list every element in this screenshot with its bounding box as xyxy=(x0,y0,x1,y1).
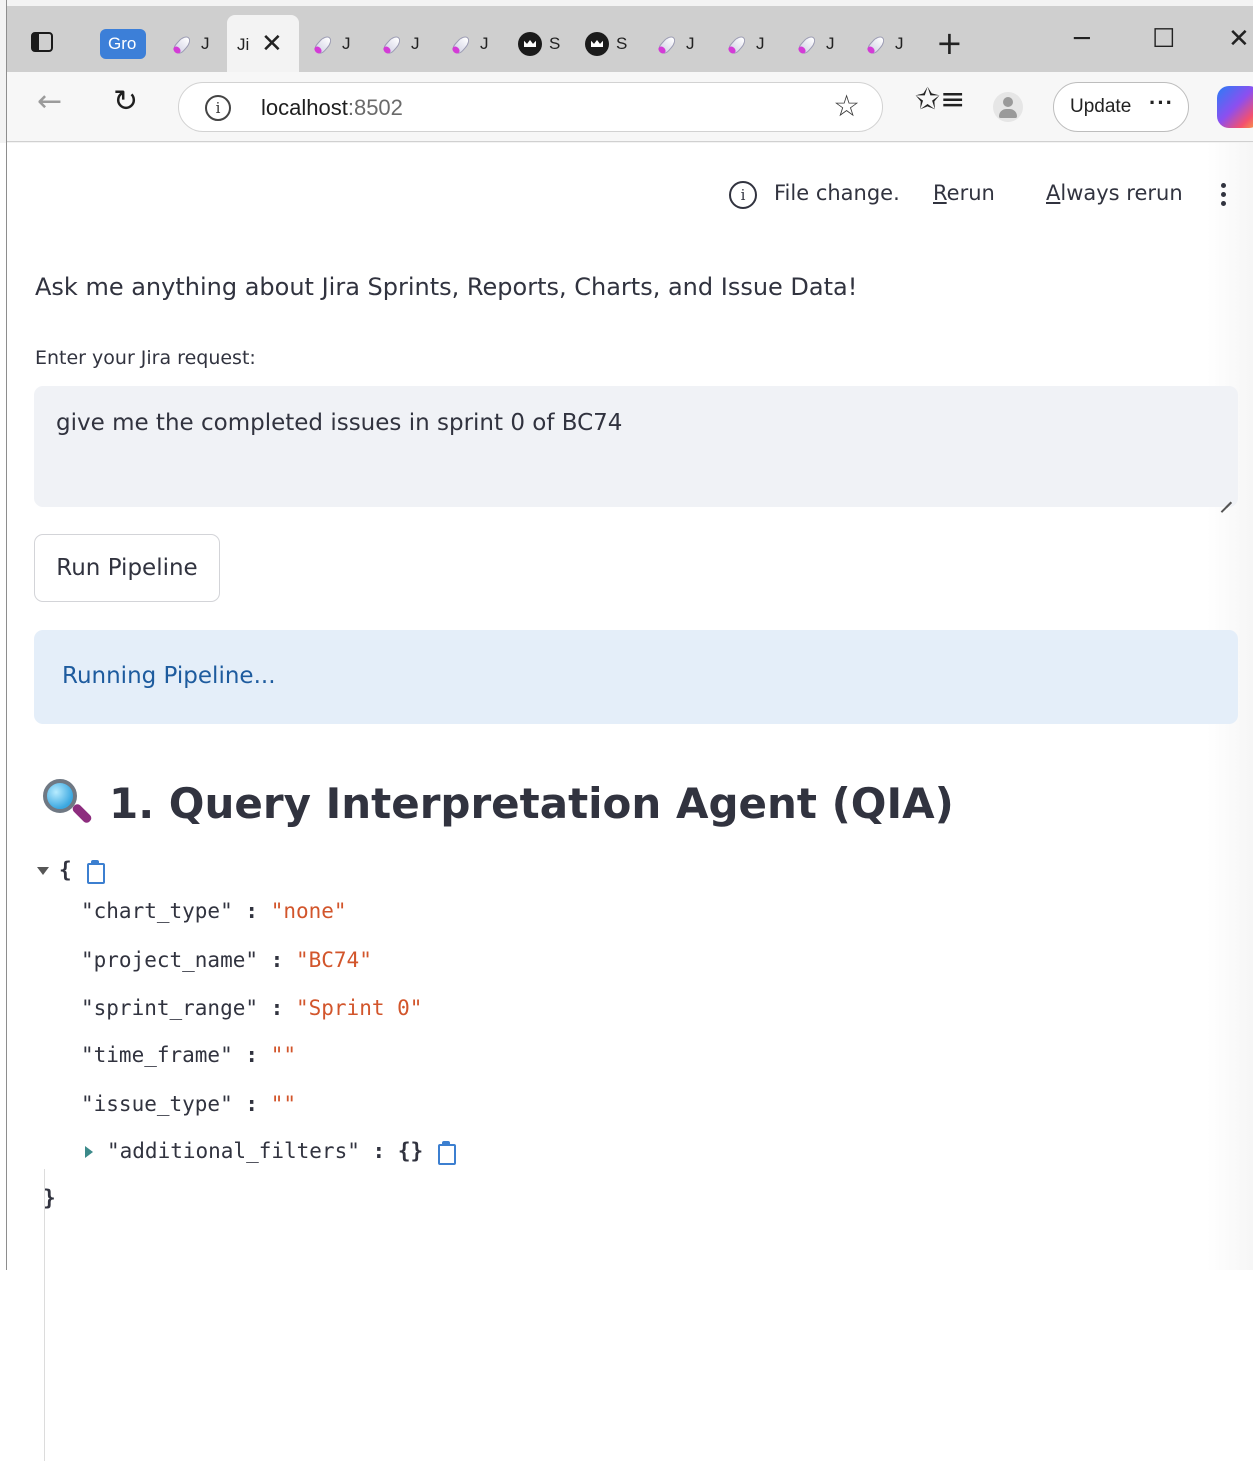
new-tab-button[interactable]: + xyxy=(936,24,963,62)
update-button[interactable]: Update ··· xyxy=(1053,82,1189,132)
tab-actions-icon[interactable] xyxy=(22,24,62,64)
site-info-icon[interactable]: i xyxy=(205,95,231,121)
section-heading: 1. Query Interpretation Agent (QIA) xyxy=(41,773,954,833)
tab-jira-1[interactable]: J xyxy=(172,28,210,60)
tab-crown-1[interactable]: S xyxy=(518,28,560,60)
streamlit-app: i File change. Rerun Always rerun Ask me… xyxy=(7,143,1253,1461)
close-tab-icon[interactable]: ✕ xyxy=(261,29,283,59)
reload-icon[interactable]: ↻ xyxy=(113,84,138,119)
browser-toolbar: ← ↻ i localhost:8502 ☆ ✩≡ Update ··· xyxy=(7,72,1253,142)
main-menu-icon[interactable] xyxy=(1221,183,1227,209)
request-text[interactable]: give me the completed issues in sprint 0… xyxy=(56,410,622,436)
always-rerun-button[interactable]: Always rerun xyxy=(1046,181,1183,205)
expand-caret-icon[interactable] xyxy=(85,1146,93,1158)
collapse-caret-icon[interactable] xyxy=(37,867,49,875)
rocket-icon xyxy=(727,33,749,55)
browser-chrome: Gro J Ji ✕ J J J S S J J J J + ─ ☐ ✕ ← ↻… xyxy=(0,0,1253,143)
json-field-row: "project_name" : "BC74" xyxy=(81,948,372,972)
bookmark-star-icon[interactable]: ☆ xyxy=(833,89,860,124)
tab-jira-5[interactable]: J xyxy=(657,28,695,60)
intro-text: Ask me anything about Jira Sprints, Repo… xyxy=(35,273,858,301)
copy-clipboard-icon[interactable] xyxy=(437,1141,457,1165)
tab-jira-7[interactable]: J xyxy=(797,28,835,60)
json-field-row: "chart_type" : "none" xyxy=(81,899,347,923)
favorites-icon[interactable]: ✩≡ xyxy=(915,82,965,117)
tab-jira-8[interactable]: J xyxy=(866,28,904,60)
run-pipeline-button[interactable]: Run Pipeline xyxy=(34,534,220,602)
rocket-icon xyxy=(172,33,194,55)
maximize-button[interactable]: ☐ xyxy=(1152,24,1175,54)
tab-group-gro[interactable]: Gro xyxy=(100,29,146,59)
crown-icon xyxy=(518,32,542,56)
tab-active-jira[interactable]: Ji ✕ xyxy=(227,15,299,73)
resize-handle-icon[interactable] xyxy=(1220,491,1232,503)
tab-jira-6[interactable]: J xyxy=(727,28,765,60)
close-window-button[interactable]: ✕ xyxy=(1228,24,1250,54)
address-text[interactable]: localhost:8502 xyxy=(261,95,403,121)
json-collapsed-row[interactable]: "additional_filters" : {} xyxy=(85,1136,457,1166)
status-bar: i File change. Rerun Always rerun xyxy=(7,181,1253,211)
magnifying-glass-icon xyxy=(41,777,93,829)
tab-jira-2[interactable]: J xyxy=(313,28,351,60)
rocket-icon xyxy=(451,33,473,55)
json-root-row: { xyxy=(37,855,105,885)
minimize-button[interactable]: ─ xyxy=(1074,24,1090,54)
more-icon[interactable]: ··· xyxy=(1149,79,1174,127)
json-field-row: "sprint_range" : "Sprint 0" xyxy=(81,996,423,1020)
copy-clipboard-icon[interactable] xyxy=(86,860,105,884)
rocket-icon xyxy=(382,33,404,55)
tab-jira-4[interactable]: J xyxy=(451,28,489,60)
copilot-icon[interactable] xyxy=(1217,86,1253,128)
tab-crown-2[interactable]: S xyxy=(585,28,627,60)
back-arrow-icon[interactable]: ← xyxy=(37,84,62,119)
rerun-button[interactable]: Rerun xyxy=(933,181,995,205)
status-message: File change. xyxy=(774,181,900,205)
rocket-icon xyxy=(313,33,335,55)
crown-icon xyxy=(585,32,609,56)
profile-avatar[interactable] xyxy=(993,92,1023,122)
info-alert: Running Pipeline... xyxy=(34,630,1238,724)
tab-jira-3[interactable]: J xyxy=(382,28,420,60)
request-label: Enter your Jira request: xyxy=(35,347,256,369)
rocket-icon xyxy=(866,33,888,55)
info-icon: i xyxy=(729,181,757,209)
json-field-row: "issue_type" : "" xyxy=(81,1092,296,1116)
request-textarea[interactable]: give me the completed issues in sprint 0… xyxy=(34,386,1238,507)
rocket-icon xyxy=(797,33,819,55)
rocket-icon xyxy=(657,33,679,55)
json-field-row: "time_frame" : "" xyxy=(81,1043,296,1067)
address-bar[interactable]: i localhost:8502 ☆ xyxy=(178,82,883,132)
